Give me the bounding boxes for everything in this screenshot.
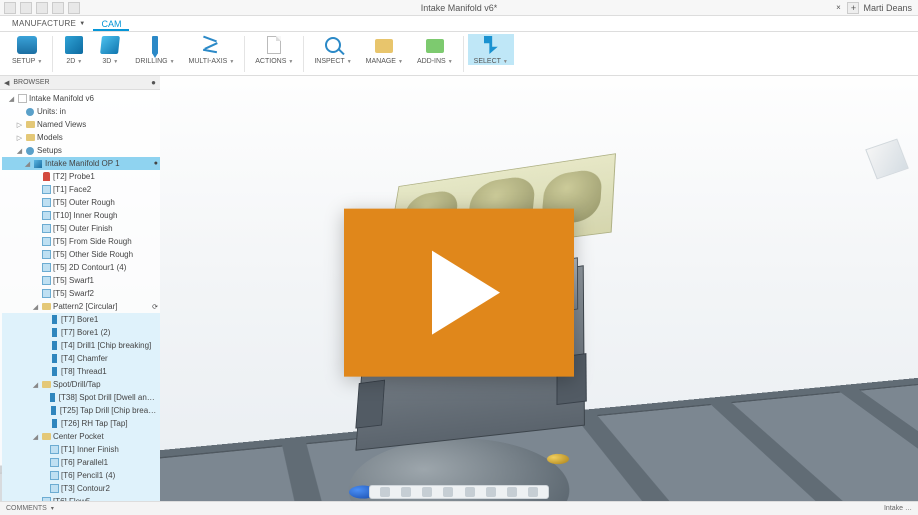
tree-op[interactable]: [T4] Drill1 [Chip breaking] <box>2 339 160 352</box>
tree-pattern-group[interactable]: ◢Pattern2 [Circular]⟳ <box>2 300 160 313</box>
toolpath-2d-icon <box>65 36 83 54</box>
ribbon-toolbar: SETUP▼ 2D▼ 3D▼ DRILLING▼ MULTI-AXIS▼ ACT… <box>0 32 918 76</box>
video-play-overlay[interactable] <box>344 208 574 376</box>
tree-op[interactable]: [T26] RH Tap [Tap] <box>2 417 160 430</box>
tree-units[interactable]: Units: in <box>2 105 160 118</box>
chevron-down-icon: ▼ <box>79 21 85 27</box>
ribbon-actions[interactable]: ACTIONS▼ <box>249 34 299 65</box>
tree-op[interactable]: [T4] Chamfer <box>2 352 160 365</box>
view-cube[interactable] <box>865 139 909 180</box>
manufacture-workspace-switcher[interactable]: MANUFACTURE ▼ <box>4 17 93 30</box>
tree-spot-group[interactable]: ◢Spot/Drill/Tap <box>2 378 160 391</box>
tree-op[interactable]: [T3] Contour2 <box>2 482 160 495</box>
tree-op[interactable]: [T1] Face2 <box>2 183 160 196</box>
nav-display-icon[interactable] <box>486 487 496 497</box>
tree-op[interactable]: [T5] Other Side Rough <box>2 248 160 261</box>
ribbon-2d[interactable]: 2D▼ <box>57 34 91 65</box>
nav-grid-icon[interactable] <box>507 487 517 497</box>
tree-op[interactable]: [T5] Swarf1 <box>2 274 160 287</box>
tree-setups[interactable]: ◢Setups <box>2 144 160 157</box>
tree-models[interactable]: ▷Models <box>2 131 160 144</box>
ribbon-manage[interactable]: MANAGE▼ <box>360 34 409 65</box>
tree-op[interactable]: [T7] Bore1 (2) <box>2 326 160 339</box>
nav-look-icon[interactable] <box>465 487 475 497</box>
tab-cam[interactable]: CAM <box>93 17 129 31</box>
nav-orbit-icon[interactable] <box>380 487 390 497</box>
tree-op[interactable]: [T10] Inner Rough <box>2 209 160 222</box>
ribbon-drilling[interactable]: DRILLING▼ <box>129 34 180 65</box>
tree-root[interactable]: ◢Intake Manifold v6 <box>2 92 160 105</box>
tree-op[interactable]: [T5] 2D Contour1 (4) <box>2 261 160 274</box>
toolpath-3d-icon <box>100 36 120 54</box>
play-icon <box>432 250 500 334</box>
nav-viewports-icon[interactable] <box>528 487 538 497</box>
tree-op[interactable]: [T5] Swarf2 <box>2 287 160 300</box>
quick-access-toolbar <box>0 2 80 14</box>
nav-zoom-icon[interactable] <box>422 487 432 497</box>
workspace-tab-strip: MANUFACTURE ▼ CAM <box>0 16 918 32</box>
qat-app-icon[interactable] <box>4 2 16 14</box>
ribbon-setup[interactable]: SETUP▼ <box>6 34 48 65</box>
tree-named-views[interactable]: ▷Named Views <box>2 118 160 131</box>
ribbon-inspect[interactable]: INSPECT▼ <box>308 34 357 65</box>
tree-op[interactable]: [T7] Bore1 <box>2 313 160 326</box>
document-title: Intake Manifold v6* <box>421 3 498 13</box>
manufacture-label: MANUFACTURE <box>12 19 76 28</box>
browser-title: BROWSER <box>13 79 49 86</box>
tree-op[interactable]: [T1] Inner Finish <box>2 443 160 456</box>
comments-bar[interactable]: COMMENTS ▾ Intake … <box>0 501 918 515</box>
multi-axis-icon <box>201 36 221 54</box>
browser-panel-header[interactable]: ◀ BROWSER ● <box>0 76 160 90</box>
nav-fit-icon[interactable] <box>443 487 453 497</box>
comments-label: COMMENTS <box>6 505 47 512</box>
tree-op[interactable]: [T6] Pencil1 (4) <box>2 469 160 482</box>
workspace: ◀ BROWSER ● ◢Intake Manifold v6 Units: i… <box>0 76 918 515</box>
drill-icon <box>152 36 158 54</box>
navigation-bar[interactable] <box>369 485 549 499</box>
tree-op[interactable]: [T5] Outer Finish <box>2 222 160 235</box>
qat-file-icon[interactable] <box>20 2 32 14</box>
close-tab-icon[interactable]: × <box>833 3 843 13</box>
tree-op[interactable]: [T8] Thread1 <box>2 365 160 378</box>
tree-setup-1[interactable]: ◢Intake Manifold OP 1● <box>2 157 160 170</box>
qat-undo-icon[interactable] <box>52 2 64 14</box>
ribbon-3d[interactable]: 3D▼ <box>93 34 127 65</box>
ribbon-select[interactable]: SELECT▼ <box>468 34 514 65</box>
tree-center-group[interactable]: ◢Center Pocket <box>2 430 160 443</box>
qat-save-icon[interactable] <box>36 2 48 14</box>
nav-pan-icon[interactable] <box>401 487 411 497</box>
new-tab-icon[interactable]: + <box>847 2 859 14</box>
tree-op[interactable]: [T2] Probe1 <box>2 170 160 183</box>
manage-icon <box>375 39 393 53</box>
actions-icon <box>267 36 281 54</box>
title-bar: Intake Manifold v6* × + Marti Deans <box>0 0 918 16</box>
tab-cam-label: CAM <box>101 19 121 29</box>
tree-op[interactable]: [T38] Spot Drill [Dwell and rap… <box>2 391 160 404</box>
tree-op[interactable]: [T5] Outer Rough <box>2 196 160 209</box>
pin-icon[interactable]: ● <box>151 78 156 87</box>
addins-icon <box>426 39 444 53</box>
ribbon-multi-axis[interactable]: MULTI-AXIS▼ <box>183 34 241 65</box>
user-name-label[interactable]: Marti Deans <box>863 3 912 13</box>
tree-op[interactable]: [T5] From Side Rough <box>2 235 160 248</box>
tree-op[interactable]: [T6] Parallel1 <box>2 456 160 469</box>
browser-tree[interactable]: ◢Intake Manifold v6 Units: in ▷Named Vie… <box>0 90 160 515</box>
setup-icon <box>17 36 37 54</box>
select-icon <box>484 36 498 54</box>
ribbon-addins[interactable]: ADD-INS▼ <box>411 34 459 65</box>
tree-op[interactable]: [T25] Tap Drill [Chip breaking] <box>2 404 160 417</box>
inspect-icon <box>325 37 341 53</box>
qat-redo-icon[interactable] <box>68 2 80 14</box>
status-right: Intake … <box>884 505 912 512</box>
